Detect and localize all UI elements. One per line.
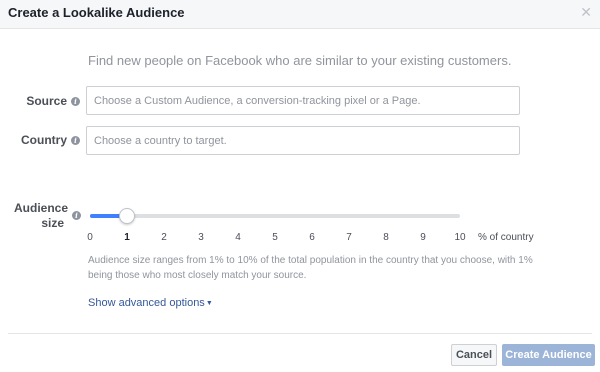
- close-icon[interactable]: ✕: [580, 5, 592, 19]
- dialog-header: Create a Lookalike Audience ✕: [0, 0, 600, 29]
- audience-size-label: Audience size: [14, 201, 69, 231]
- country-label-group: Country i: [14, 133, 80, 147]
- show-advanced-options-link[interactable]: Show advanced options▼: [88, 297, 213, 309]
- slider-tick-label[interactable]: 6: [309, 232, 315, 243]
- info-icon[interactable]: i: [71, 97, 80, 106]
- slider-tick-label[interactable]: 5: [272, 232, 278, 243]
- country-input[interactable]: [86, 126, 520, 155]
- country-label: Country: [21, 133, 67, 147]
- audience-size-label-line2: size: [41, 216, 64, 230]
- slider-tick-label[interactable]: 8: [383, 232, 389, 243]
- percent-of-country-label: % of country: [478, 232, 534, 243]
- info-icon[interactable]: i: [72, 211, 81, 220]
- caret-down-icon: ▼: [205, 300, 213, 307]
- slider-tick-label[interactable]: 3: [198, 232, 204, 243]
- slider-tick-label[interactable]: 7: [346, 232, 352, 243]
- cancel-button[interactable]: Cancel: [451, 344, 497, 366]
- create-audience-button[interactable]: Create Audience: [502, 344, 595, 366]
- intro-text: Find new people on Facebook who are simi…: [88, 53, 512, 68]
- dialog-title: Create a Lookalike Audience: [8, 5, 185, 20]
- source-label: Source: [26, 94, 67, 108]
- slider-tick-label[interactable]: 1: [124, 232, 130, 243]
- audience-size-slider-handle[interactable]: [119, 208, 135, 224]
- footer-divider: [8, 333, 592, 334]
- slider-tick-label[interactable]: 10: [454, 232, 465, 243]
- slider-tick-label[interactable]: 4: [235, 232, 241, 243]
- slider-tick-label[interactable]: 2: [161, 232, 167, 243]
- slider-tick-label[interactable]: 0: [87, 232, 93, 243]
- source-input[interactable]: [86, 86, 520, 115]
- audience-size-description: Audience size ranges from 1% to 10% of t…: [88, 255, 533, 281]
- slider-tick-label[interactable]: 9: [420, 232, 426, 243]
- audience-size-slider-track[interactable]: [90, 214, 460, 218]
- lookalike-audience-dialog: Create a Lookalike Audience ✕ Find new p…: [0, 0, 600, 372]
- audience-size-label-line1: Audience: [14, 201, 69, 215]
- source-label-group: Source i: [20, 94, 80, 108]
- show-advanced-options-label: Show advanced options: [88, 297, 205, 309]
- info-icon[interactable]: i: [71, 136, 80, 145]
